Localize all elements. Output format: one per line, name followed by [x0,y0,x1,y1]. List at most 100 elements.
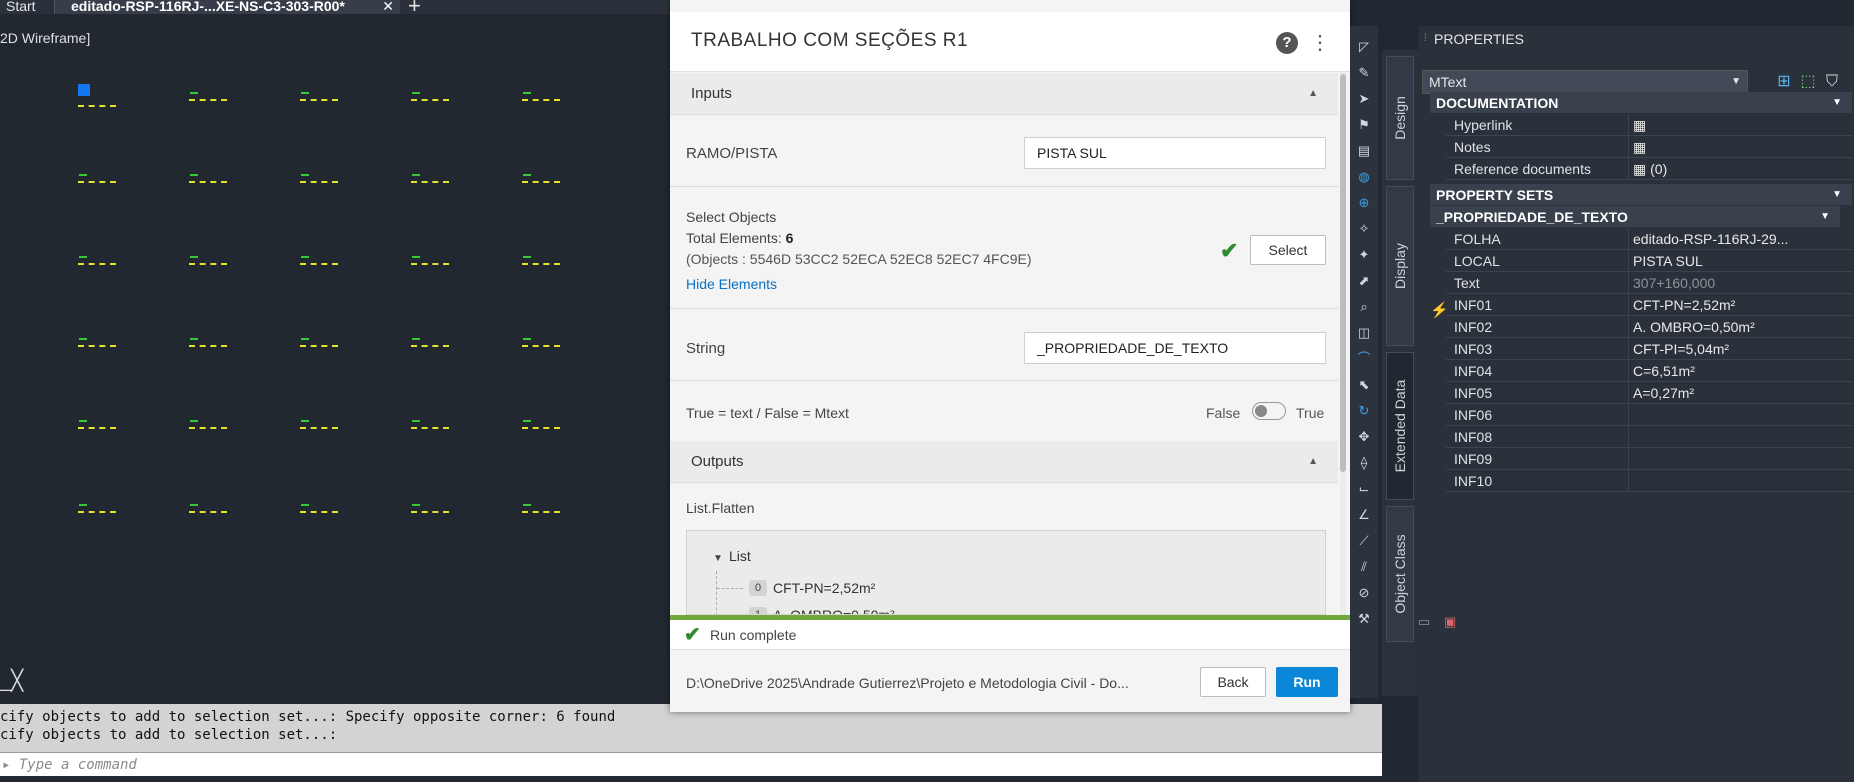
grip-icon[interactable]: ⁞ [1424,26,1427,52]
properties-title-bar[interactable]: ⁞ PROPERTIES [1418,26,1854,52]
property-row[interactable]: INF08 [1446,426,1852,448]
expand-list-icon[interactable]: ▼ [713,553,723,564]
chevron-down-icon[interactable]: ▼ [1820,206,1830,228]
tab-start[interactable]: Start [6,0,36,14]
property-value[interactable]: ▦ [1628,114,1850,135]
text-object[interactable] [189,174,227,184]
property-value[interactable] [1628,426,1850,447]
close-tab-icon[interactable]: ✕ [382,0,394,13]
property-row[interactable]: INF10 [1446,470,1852,492]
text-object[interactable] [522,420,560,430]
property-row[interactable]: INF02 A. OMBRO=0,50m² [1446,316,1852,338]
sheet-icon[interactable]: ▤ [1357,144,1371,158]
text-object[interactable] [411,338,449,348]
property-row[interactable]: INF01 CFT-PN=2,52m² [1446,294,1852,316]
property-row[interactable]: INF09 [1446,448,1852,470]
property-value[interactable] [1628,470,1850,491]
grade-icon[interactable]: ⫽ [1357,560,1371,574]
inputs-section-header[interactable]: Inputs ▲ [670,73,1338,115]
polyline-icon[interactable]: ◸ [1357,40,1371,54]
toggle-pickadd-icon[interactable]: ⊞ [1774,72,1794,92]
documentation-category[interactable]: DOCUMENTATION ▼ [1430,92,1852,114]
text-object[interactable] [300,256,338,266]
property-row[interactable]: Reference documents ▦ (0) [1446,158,1852,180]
measure-icon[interactable]: ⟠ [1357,456,1371,470]
property-value[interactable]: ▦ [1628,136,1850,157]
world-icon[interactable]: ⊕ [1357,196,1371,210]
text-object[interactable] [78,504,116,514]
text-object[interactable] [189,420,227,430]
chevron-down-icon[interactable]: ▼ [1832,92,1842,114]
search-icon[interactable]: ⌕ [1357,300,1371,314]
text-object[interactable] [300,174,338,184]
property-sets-category[interactable]: PROPERTY SETS ▼ [1430,184,1852,206]
pointer-icon[interactable]: ➤ [1357,92,1371,106]
text-object[interactable] [78,174,116,184]
dialog-scroll-thumb[interactable] [1340,74,1346,472]
property-row[interactable]: INF04 C=6,51m² [1446,360,1852,382]
flag-icon[interactable]: ⚑ [1357,118,1371,132]
quick-select-icon[interactable]: ⛉ [1822,72,1842,92]
object-type-select[interactable]: MText ▼ [1422,70,1748,94]
slope-icon[interactable]: ⟋ [1357,534,1371,548]
curve-icon[interactable]: ⌒ [1357,352,1371,366]
help-icon[interactable]: ? [1276,32,1298,54]
text-object[interactable] [78,338,116,348]
property-row[interactable]: INF03 CFT-PI=5,04m² [1446,338,1852,360]
chevron-down-icon[interactable]: ▼ [1832,184,1842,206]
text-object[interactable] [300,504,338,514]
text-object[interactable] [522,256,560,266]
property-value[interactable]: 307+160,000 [1628,272,1850,293]
tab-display[interactable]: Display [1386,186,1414,346]
tab-design[interactable]: Design [1386,56,1414,180]
pan-icon[interactable]: ✥ [1357,430,1371,444]
selection-grip[interactable] [78,84,90,96]
ortho-icon[interactable]: ⌙ [1357,482,1371,496]
tab-object-class[interactable]: Object Class [1386,506,1414,642]
text-spark-icon[interactable]: ✦ [1357,248,1371,262]
select-cursor-icon[interactable]: ⬈ [1357,274,1371,288]
palette-close-icon[interactable]: ▣ [1444,614,1456,630]
text-object[interactable] [300,92,338,102]
text-object[interactable] [411,256,449,266]
globe-icon[interactable]: ◍ [1357,170,1371,184]
text-object[interactable] [411,174,449,184]
select-objects-icon[interactable]: ⬚ [1798,72,1818,92]
text-object[interactable] [189,256,227,266]
text-object[interactable] [411,504,449,514]
new-tab-button[interactable]: + [408,0,421,17]
text-object[interactable] [78,420,116,430]
property-row[interactable]: INF06 [1446,404,1852,426]
text-object[interactable] [78,256,116,266]
ramo-pista-field[interactable]: PISTA SUL [1024,137,1326,169]
viewport-visual-style-label[interactable]: 2D Wireframe] [0,30,90,46]
property-row[interactable]: LOCAL PISTA SUL [1446,250,1852,272]
back-button[interactable]: Back [1200,667,1266,697]
property-row[interactable]: INF05 A=0,27m² [1446,382,1852,404]
text-object[interactable] [300,420,338,430]
text-mtext-toggle[interactable] [1252,402,1286,420]
text-object[interactable] [522,504,560,514]
text-object[interactable] [522,92,560,102]
layer-icon[interactable]: ◫ [1357,326,1371,340]
text-object[interactable] [189,504,227,514]
property-row[interactable]: FOLHA editado-RSP-116RJ-29... [1446,228,1852,250]
property-value[interactable]: A. OMBRO=0,50m² [1628,316,1850,337]
property-value[interactable]: ▦ (0) [1628,158,1850,179]
inspect-icon[interactable]: ⊘ [1357,586,1371,600]
tab-document[interactable]: editado-RSP-116RJ-...XE-NS-C3-303-R00* ✕ [54,0,400,14]
palette-settings-icon[interactable]: ▭ [1418,614,1430,630]
text-object[interactable] [411,420,449,430]
outputs-section-header[interactable]: Outputs ▲ [670,441,1338,483]
text-object[interactable] [189,338,227,348]
propset-category[interactable]: _PROPRIEDADE_DE_TEXTO ▼ [1430,206,1840,228]
property-row[interactable]: Text 307+160,000 [1446,272,1852,294]
property-value[interactable] [1628,448,1850,469]
command-input[interactable]: ▸ Type a command [0,752,1382,776]
more-options-icon[interactable]: ⋮ [1310,30,1330,56]
property-row[interactable]: Notes ▦ [1446,136,1852,158]
pencil-icon[interactable]: ✎ [1357,66,1371,80]
run-button[interactable]: Run [1276,667,1338,697]
hide-elements-link[interactable]: Hide Elements [686,276,777,292]
property-value[interactable]: CFT-PN=2,52m² [1628,294,1850,315]
